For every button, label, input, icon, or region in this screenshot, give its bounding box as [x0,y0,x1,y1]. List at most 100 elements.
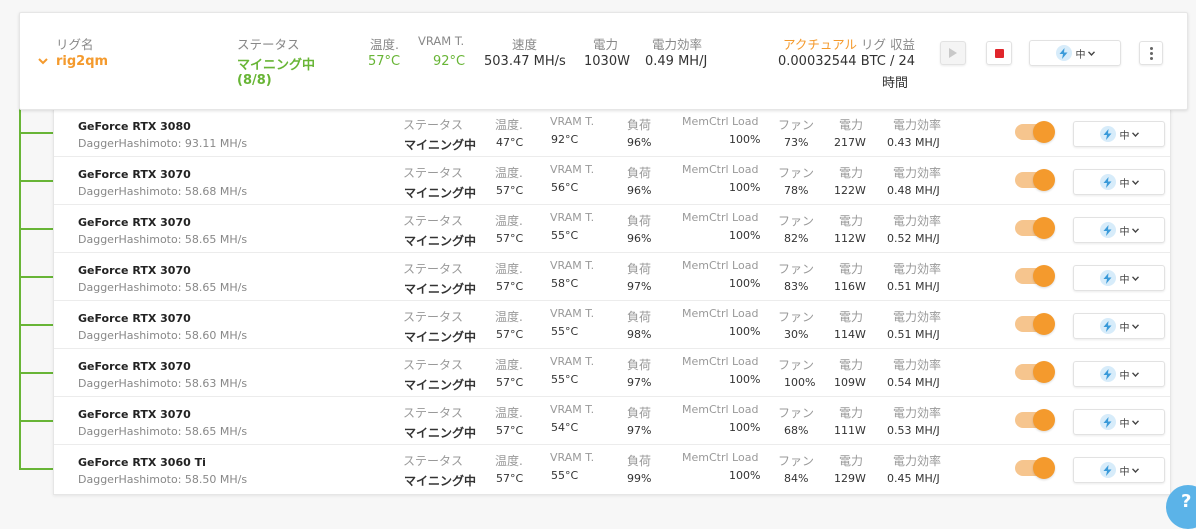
vertical-dots-icon [1149,46,1153,60]
device-load: 97% [627,280,652,293]
power-mode-value: 中 [1119,178,1130,190]
device-load-label: 負荷 [627,262,652,276]
device-power-mode-dropdown[interactable]: 中 [1073,265,1165,291]
device-temp-label: 温度. [495,166,523,180]
device-vram: 55°C [551,469,579,482]
device-fan: 84% [784,472,809,485]
device-load: 97% [627,424,652,437]
device-efficiency-label: 電力効率 [893,454,942,468]
device-status: マイニング中 [404,234,477,248]
device-efficiency-label: 電力効率 [893,358,942,372]
device-status-label: ステータス [403,262,464,276]
device-temp: 47°C [496,136,524,149]
device-fan-label: ファン [778,310,815,324]
rig-speed: 503.47 MH/s [484,54,566,69]
device-power-mode-dropdown[interactable]: 中 [1073,457,1165,483]
device-status: マイニング中 [404,282,477,296]
chevron-down-icon[interactable] [38,56,48,66]
power-mode-value: 中 [1119,322,1130,334]
device-power-mode-dropdown[interactable]: 中 [1073,121,1165,147]
device-efficiency: 0.45 MH/J [887,472,940,485]
device-efficiency-label: 電力効率 [893,118,942,132]
device-memctrl: 100% [729,181,761,194]
device-status: マイニング中 [404,186,477,200]
lightning-icon [1099,222,1116,238]
device-memctrl: 100% [729,469,761,482]
device-enable-toggle[interactable] [1015,121,1055,143]
device-fan-label: ファン [778,262,815,276]
rig-name-label: リグ名 [56,37,94,52]
device-vram: 54°C [551,421,579,434]
device-power-mode-dropdown[interactable]: 中 [1073,217,1165,243]
device-temp-label: 温度. [495,358,523,372]
rig-vram-label: VRAM T. [418,34,465,48]
device-enable-toggle[interactable] [1015,265,1055,287]
device-tree-branch [19,324,54,326]
device-power-label: 電力 [839,358,864,372]
device-tree-branch [19,468,54,470]
lightning-icon [1099,270,1116,286]
device-vram: 56°C [551,181,579,194]
device-algorithm-speed: DaggerHashimoto: 58.65 MH/s [78,281,248,294]
device-status-label: ステータス [403,214,464,228]
power-mode-dropdown[interactable]: 中 [1029,40,1121,66]
play-button[interactable] [940,41,966,65]
help-button[interactable]: ? [1166,485,1196,529]
device-status: マイニング中 [404,378,477,392]
device-power-label: 電力 [839,262,864,276]
device-efficiency: 0.51 MH/J [887,280,940,293]
device-efficiency-label: 電力効率 [893,310,942,324]
rig-summary-card: リグ名 rig2qm ステータス マイニング中 (8/8) 温度. 57°C V… [19,12,1188,110]
toggle-knob [1033,121,1055,143]
device-temp: 57°C [496,424,524,437]
device-enable-toggle[interactable] [1015,313,1055,335]
lightning-icon [1099,174,1116,190]
stop-button[interactable] [986,41,1012,65]
device-enable-toggle[interactable] [1015,457,1055,479]
device-load-label: 負荷 [627,406,652,420]
device-algorithm-speed: DaggerHashimoto: 58.63 MH/s [78,377,248,390]
device-efficiency: 0.48 MH/J [887,184,940,197]
device-temp: 57°C [496,376,524,389]
device-power-mode-dropdown[interactable]: 中 [1073,409,1165,435]
device-power-mode-dropdown[interactable]: 中 [1073,169,1165,195]
device-temp-label: 温度. [495,310,523,324]
device-status: マイニング中 [404,138,477,152]
device-load: 96% [627,184,652,197]
device-temp: 57°C [496,280,524,293]
toggle-knob [1033,313,1055,335]
device-tree-branch [19,132,54,134]
rig-efficiency: 0.49 MH/J [645,54,708,69]
device-algorithm-speed: DaggerHashimoto: 58.68 MH/s [78,185,248,198]
more-options-button[interactable] [1139,41,1163,65]
device-memctrl-label: MemCtrl Load [682,115,759,128]
power-mode-value: 中 [1075,49,1086,61]
rig-efficiency-label: 電力効率 [652,37,703,52]
device-enable-toggle[interactable] [1015,361,1055,383]
device-efficiency: 0.51 MH/J [887,328,940,341]
device-vram: 58°C [551,277,579,290]
device-enable-toggle[interactable] [1015,409,1055,431]
device-efficiency: 0.54 MH/J [887,376,940,389]
device-load-label: 負荷 [627,310,652,324]
device-row: GeForce RTX 3070 DaggerHashimoto: 58.63 … [54,348,1170,397]
device-load: 99% [627,472,652,485]
toggle-knob [1033,169,1055,191]
play-icon [949,48,957,58]
device-efficiency-label: 電力効率 [893,406,942,420]
device-fan-label: ファン [778,358,815,372]
stop-icon [994,48,1004,58]
rig-name[interactable]: rig2qm [56,54,108,69]
device-load-label: 負荷 [627,358,652,372]
device-fan-label: ファン [778,214,815,228]
device-enable-toggle[interactable] [1015,169,1055,191]
device-load: 96% [627,232,652,245]
device-temp: 57°C [496,472,524,485]
device-tree-branch [19,276,54,278]
help-icon: ? [1181,491,1192,512]
device-power-mode-dropdown[interactable]: 中 [1073,361,1165,387]
device-power: 217W [834,136,866,149]
device-algorithm-speed: DaggerHashimoto: 58.65 MH/s [78,233,248,246]
device-enable-toggle[interactable] [1015,217,1055,239]
device-power-mode-dropdown[interactable]: 中 [1073,313,1165,339]
